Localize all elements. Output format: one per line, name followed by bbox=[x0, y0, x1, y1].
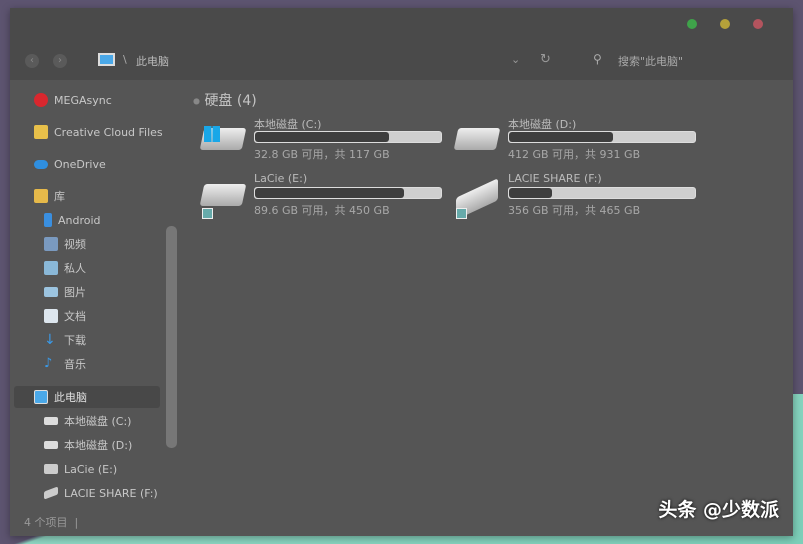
drive-e-icon bbox=[199, 184, 247, 206]
refresh-icon[interactable]: ↻ bbox=[540, 52, 551, 67]
item-count: 4 个项目 bbox=[24, 516, 68, 529]
drive-c-icon bbox=[44, 417, 58, 425]
sidebar-item-this-pc[interactable]: 此电脑 bbox=[34, 387, 87, 407]
sidebar-item-android[interactable]: Android bbox=[44, 210, 101, 230]
sidebar-item-label: 私人 bbox=[64, 262, 86, 275]
sidebar-item-library[interactable]: 库 bbox=[34, 186, 65, 206]
sidebar-item-private[interactable]: 私人 bbox=[44, 258, 86, 278]
sidebar-item-drive-e[interactable]: LaCie (E:) bbox=[44, 459, 117, 479]
computer-icon bbox=[98, 53, 115, 66]
sidebar: MEGAsync Creative Cloud Files OneDrive 库… bbox=[10, 80, 180, 520]
sidebar-item-downloads[interactable]: ↓ 下载 bbox=[44, 330, 86, 350]
sidebar-scrollbar[interactable] bbox=[166, 226, 177, 448]
breadcrumb-separator: \ bbox=[123, 53, 127, 66]
private-icon bbox=[44, 261, 58, 275]
sidebar-item-drive-d[interactable]: 本地磁盘 (D:) bbox=[44, 435, 132, 455]
sidebar-item-creative-cloud[interactable]: Creative Cloud Files bbox=[34, 122, 163, 142]
group-title: 硬盘 (4) bbox=[204, 93, 257, 109]
onedrive-icon bbox=[34, 159, 48, 169]
windows-logo-icon bbox=[204, 126, 220, 142]
sidebar-item-label: 文档 bbox=[64, 310, 86, 323]
network-badge-icon bbox=[202, 208, 213, 219]
drive-e-icon bbox=[44, 464, 58, 474]
drive-item-d[interactable]: 本地磁盘 (D:) 412 GB 可用，共 931 GB bbox=[453, 116, 706, 166]
sidebar-item-label: OneDrive bbox=[54, 157, 106, 171]
sidebar-item-music[interactable]: ♪ 音乐 bbox=[44, 354, 86, 374]
sidebar-item-label: Creative Cloud Files bbox=[54, 125, 163, 139]
drive-space-info: 412 GB 可用，共 931 GB bbox=[508, 148, 641, 161]
explorer-window: ‹ › \ 此电脑 ⌄ ↻ ⚲ 搜索"此电脑" MEGAsync Creativ… bbox=[10, 8, 793, 536]
sidebar-item-label: 本地磁盘 (C:) bbox=[64, 415, 132, 428]
drive-usage-bar bbox=[254, 131, 442, 143]
drive-usage-fill bbox=[255, 132, 389, 142]
drive-name: 本地磁盘 (D:) bbox=[508, 118, 577, 131]
group-bullet-icon: ● bbox=[193, 96, 200, 106]
breadcrumb-location[interactable]: 此电脑 bbox=[136, 53, 169, 69]
sidebar-item-label: 库 bbox=[54, 190, 65, 203]
drive-item-c[interactable]: 本地磁盘 (C:) 32.8 GB 可用，共 117 GB bbox=[199, 116, 452, 166]
sidebar-item-label: Android bbox=[58, 213, 101, 227]
library-icon bbox=[34, 189, 48, 203]
history-dropdown-icon[interactable]: ⌄ bbox=[511, 53, 520, 66]
drive-space-info: 89.6 GB 可用，共 450 GB bbox=[254, 204, 390, 217]
creative-cloud-icon bbox=[34, 125, 48, 139]
sidebar-item-megasync[interactable]: MEGAsync bbox=[34, 90, 112, 110]
sidebar-item-label: 此电脑 bbox=[54, 391, 87, 404]
sidebar-item-label: 视频 bbox=[64, 238, 86, 251]
sidebar-item-label: 下载 bbox=[64, 334, 86, 347]
android-folder-icon bbox=[44, 213, 52, 227]
sidebar-item-drive-f[interactable]: LACIE SHARE (F:) bbox=[44, 483, 158, 503]
drive-usage-bar bbox=[508, 187, 696, 199]
computer-icon bbox=[34, 390, 48, 404]
drive-item-e[interactable]: LaCie (E:) 89.6 GB 可用，共 450 GB bbox=[199, 172, 452, 222]
sidebar-item-pictures[interactable]: 图片 bbox=[44, 282, 86, 302]
sidebar-item-label: LACIE SHARE (F:) bbox=[64, 486, 158, 500]
drive-usage-fill bbox=[509, 188, 552, 198]
drive-item-f[interactable]: LACIE SHARE (F:) 356 GB 可用，共 465 GB bbox=[456, 172, 706, 222]
download-icon: ↓ bbox=[44, 332, 56, 348]
network-badge-icon bbox=[456, 208, 467, 219]
drive-space-info: 356 GB 可用，共 465 GB bbox=[508, 204, 641, 217]
documents-icon bbox=[44, 309, 58, 323]
sidebar-item-documents[interactable]: 文档 bbox=[44, 306, 86, 326]
drive-name: LaCie (E:) bbox=[254, 172, 308, 185]
drive-usage-fill bbox=[255, 188, 404, 198]
sidebar-item-label: MEGAsync bbox=[54, 93, 112, 107]
pictures-icon bbox=[44, 287, 58, 297]
drive-d-icon bbox=[44, 441, 58, 449]
sidebar-item-label: 音乐 bbox=[64, 358, 86, 371]
drive-name: 本地磁盘 (C:) bbox=[254, 118, 322, 131]
forward-button[interactable]: › bbox=[53, 54, 67, 68]
status-bar: 4 个项目 | bbox=[24, 514, 78, 530]
status-separator: | bbox=[74, 516, 79, 529]
drive-space-info: 32.8 GB 可用，共 117 GB bbox=[254, 148, 390, 161]
maximize-button[interactable] bbox=[687, 19, 697, 29]
sidebar-item-onedrive[interactable]: OneDrive bbox=[34, 154, 106, 174]
drive-name: LACIE SHARE (F:) bbox=[508, 172, 602, 185]
sidebar-item-label: 图片 bbox=[64, 286, 86, 299]
title-bar: ‹ › \ 此电脑 ⌄ ↻ ⚲ 搜索"此电脑" bbox=[10, 8, 793, 80]
search-input[interactable]: 搜索"此电脑" bbox=[618, 53, 683, 69]
watermark: 头条 @少数派 bbox=[658, 499, 779, 521]
sidebar-item-videos[interactable]: 视频 bbox=[44, 234, 86, 254]
search-icon: ⚲ bbox=[593, 52, 602, 66]
sidebar-item-drive-c[interactable]: 本地磁盘 (C:) bbox=[44, 411, 131, 431]
mega-icon bbox=[34, 93, 48, 107]
sidebar-item-label: LaCie (E:) bbox=[64, 462, 118, 476]
group-header[interactable]: ● 硬盘 (4) bbox=[193, 90, 257, 110]
drive-f-icon bbox=[44, 486, 58, 500]
minimize-button[interactable] bbox=[720, 19, 730, 29]
drive-usage-fill bbox=[509, 132, 614, 142]
sidebar-item-label: 本地磁盘 (D:) bbox=[64, 439, 133, 452]
drive-d-icon bbox=[453, 128, 501, 150]
back-button[interactable]: ‹ bbox=[25, 54, 39, 68]
close-button[interactable] bbox=[753, 19, 763, 29]
video-icon bbox=[44, 237, 58, 251]
music-icon: ♪ bbox=[44, 356, 53, 371]
drive-usage-bar bbox=[254, 187, 442, 199]
drive-usage-bar bbox=[508, 131, 696, 143]
